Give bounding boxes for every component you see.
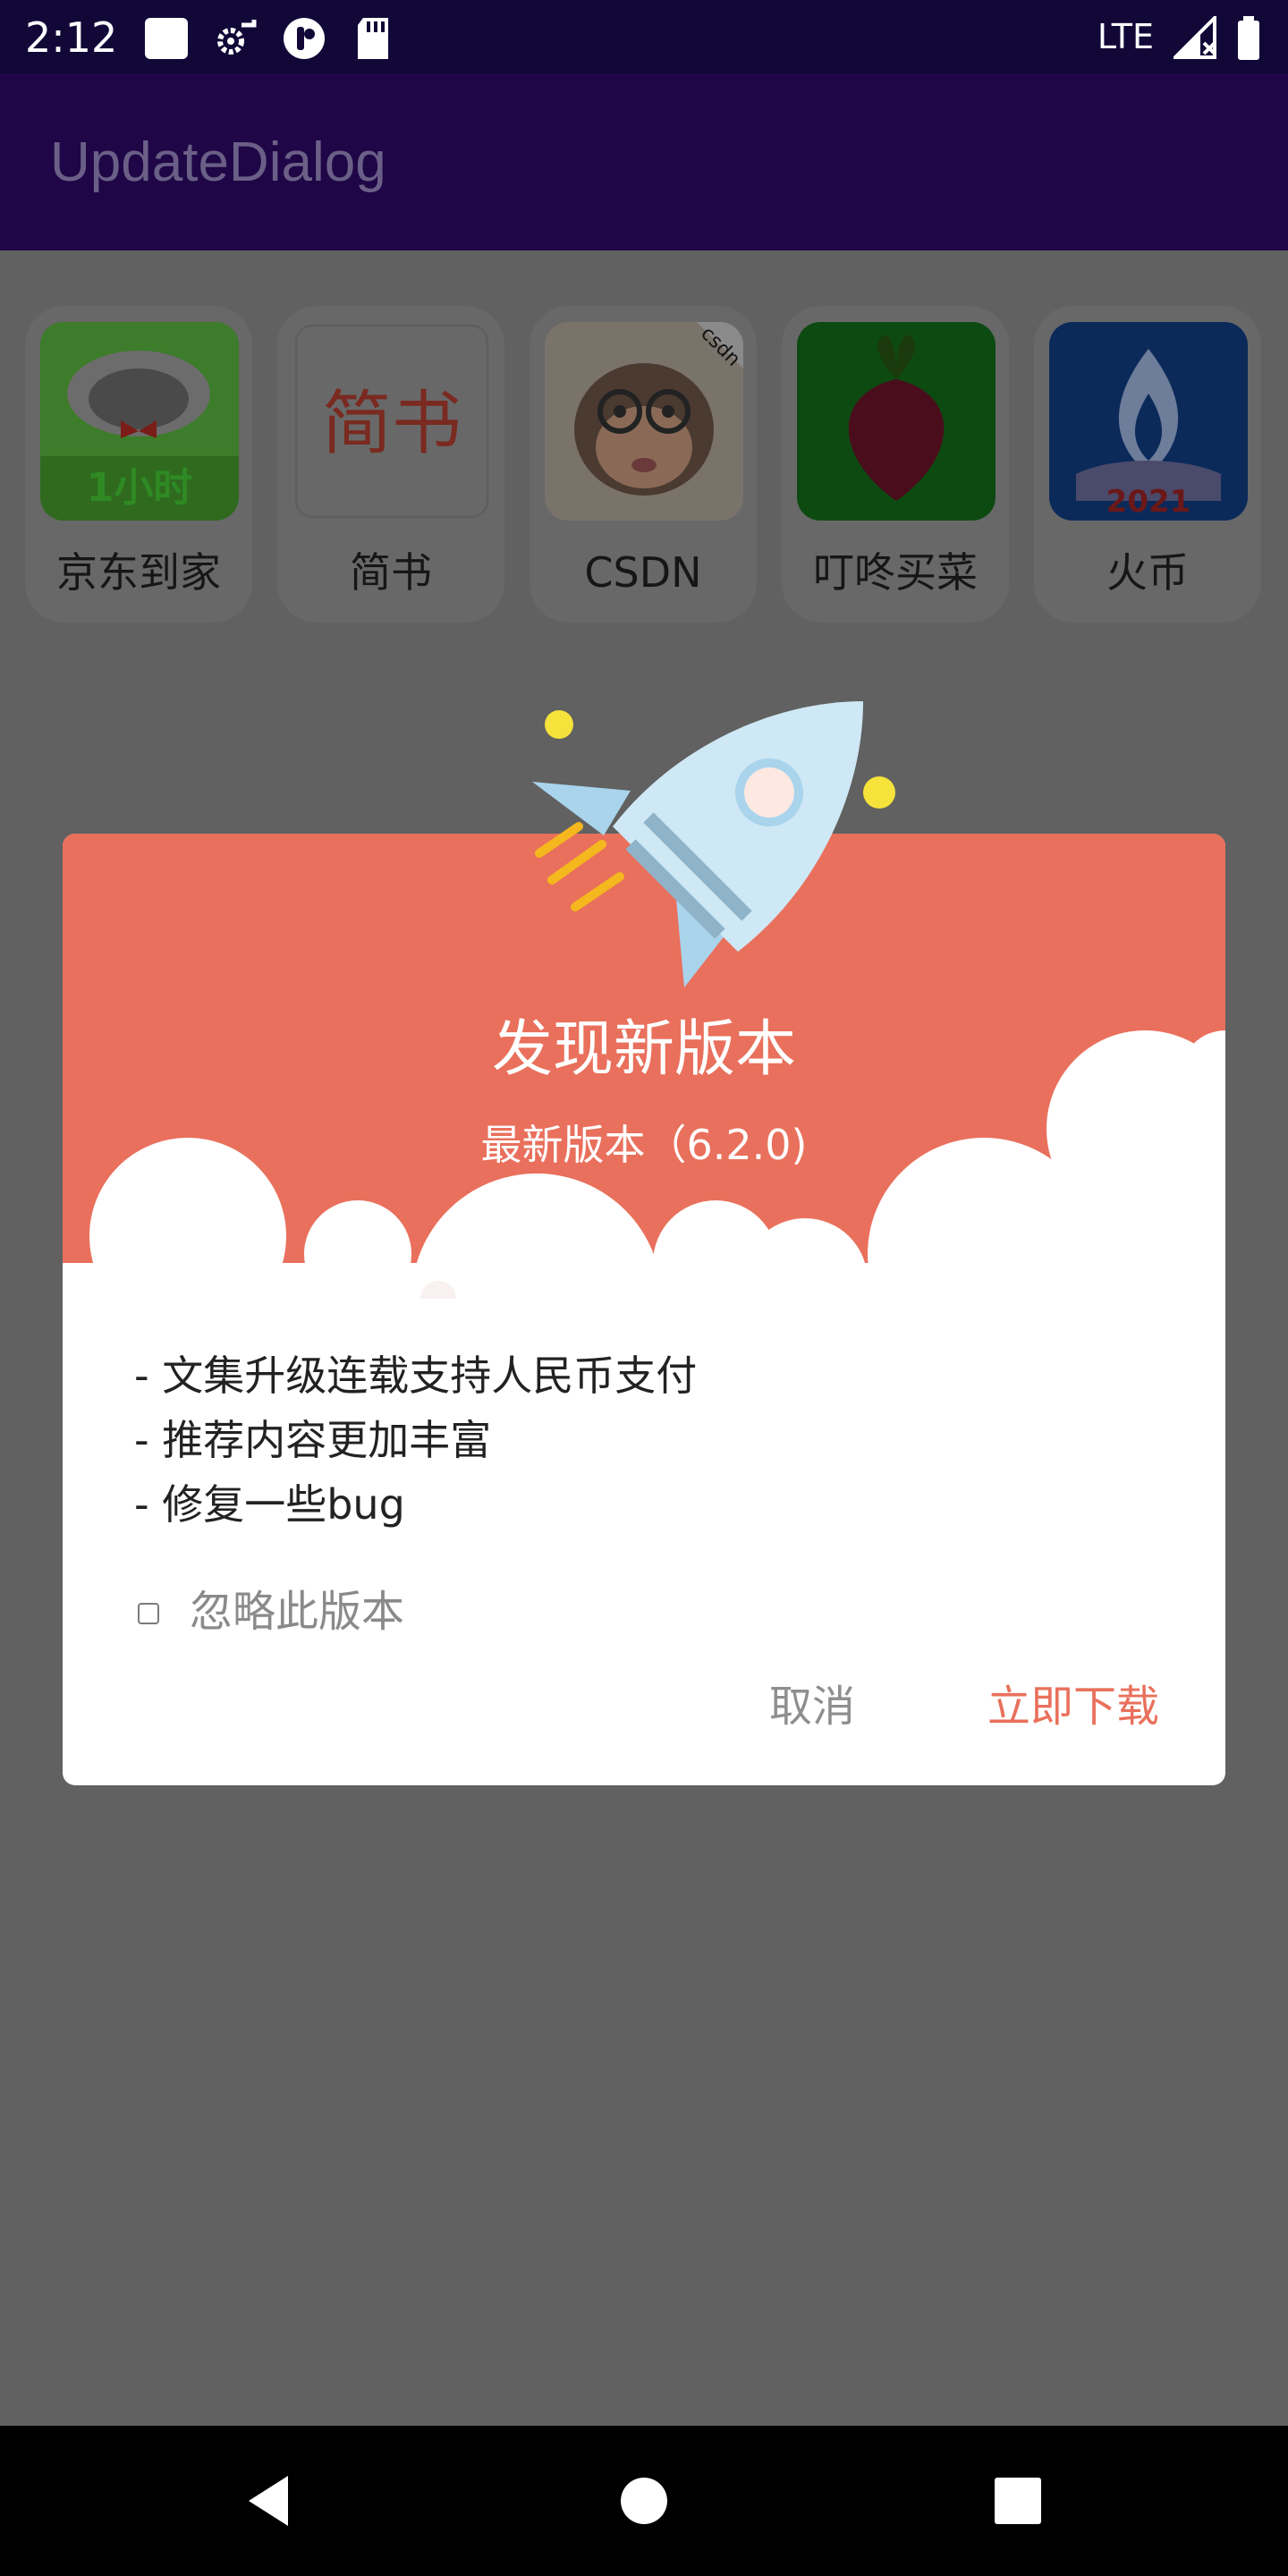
battery-icon <box>1238 16 1259 60</box>
release-note-line: - 文集升级连载支持人民币支付 <box>134 1352 698 1400</box>
csdn-icon: csdn <box>545 322 743 521</box>
signal-icon <box>1174 16 1216 59</box>
jd-daojia-icon: 1小时 <box>40 322 239 521</box>
sync-circle-icon <box>284 18 325 59</box>
app-item-jd-daojia[interactable]: 1小时 京东到家 <box>25 306 252 623</box>
app-list: 1小时 京东到家 简书 简书 csdn CSDN 叮咚买菜 2021 火币 <box>0 306 1288 624</box>
navigation-bar <box>0 2426 1288 2576</box>
app-title: UpdateDialog <box>50 131 386 193</box>
update-dialog: 发现新版本 最新版本（6.2.0) - 文集升级连载支持人民币支付 - 推荐内容… <box>63 701 1225 1785</box>
dialog-version: 最新版本（6.2.0) <box>480 1121 808 1169</box>
back-icon[interactable] <box>242 2472 295 2529</box>
huobi-badge-text: 2021 <box>1106 484 1191 520</box>
sd-card-icon <box>358 18 388 59</box>
huobi-icon: 2021 <box>1049 322 1248 521</box>
status-time: 2:12 <box>25 13 118 62</box>
app-item-csdn[interactable]: csdn CSDN <box>530 306 757 623</box>
app-label: 火币 <box>1106 548 1189 597</box>
release-notes: - 文集升级连载支持人民币支付 - 推荐内容更加丰富 - 修复一些bug <box>134 1343 697 1537</box>
ignore-version-label[interactable]: 忽略此版本 <box>190 1585 404 1639</box>
app-label: 叮咚买菜 <box>813 548 978 597</box>
release-note-line: - 推荐内容更加丰富 <box>134 1416 492 1464</box>
dialog-title: 发现新版本 <box>491 1014 796 1085</box>
app-label: 简书 <box>350 548 432 597</box>
app-label: 京东到家 <box>56 548 221 597</box>
jd-badge-text: 1小时 <box>87 465 193 511</box>
dingdong-icon <box>797 322 996 521</box>
app-item-jianshu[interactable]: 简书 简书 <box>277 306 504 623</box>
network-type-label: LTE <box>1097 17 1154 56</box>
jianshu-icon: 简书 <box>292 322 491 521</box>
notification-square-icon <box>145 18 188 59</box>
app-item-dingdong[interactable]: 叮咚买菜 <box>782 306 1009 623</box>
jianshu-icon-text: 简书 <box>322 384 462 464</box>
app-bar: UpdateDialog <box>0 73 1288 250</box>
cancel-button[interactable]: 取消 <box>769 1678 855 1735</box>
status-bar: 2:12 LTE <box>0 0 1288 73</box>
app-label: CSDN <box>584 548 702 597</box>
recents-icon[interactable] <box>991 2472 1045 2529</box>
ignore-version-checkbox[interactable] <box>138 1603 159 1624</box>
home-icon[interactable] <box>617 2472 671 2529</box>
release-note-line: - 修复一些bug <box>134 1480 405 1529</box>
settings-gear-icon <box>217 20 257 55</box>
rocket-icon <box>532 701 895 987</box>
app-item-huobi[interactable]: 2021 火币 <box>1034 306 1261 623</box>
download-now-button[interactable]: 立即下载 <box>987 1678 1159 1735</box>
